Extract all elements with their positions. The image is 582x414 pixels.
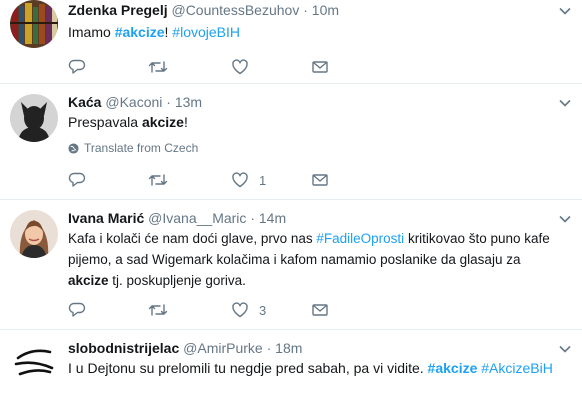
avatar[interactable] bbox=[10, 0, 58, 48]
text-segment: Imamo bbox=[68, 24, 115, 40]
direct-message-button[interactable] bbox=[311, 57, 329, 77]
display-name[interactable]: slobodnistrijelac bbox=[68, 340, 179, 356]
chevron-down-icon[interactable] bbox=[558, 4, 572, 18]
retweet-icon bbox=[148, 61, 168, 73]
highlighted-term: akcize bbox=[141, 114, 184, 130]
tweet-2[interactable]: Kaća @Kaconi · 13m Prespavala akcize! Tr… bbox=[0, 84, 582, 200]
reply-icon bbox=[68, 302, 86, 317]
separator: · bbox=[166, 94, 171, 110]
chevron-down-icon[interactable] bbox=[558, 342, 572, 356]
direct-message-icon bbox=[312, 304, 328, 316]
handle[interactable]: @Kaconi bbox=[105, 94, 162, 110]
timestamp[interactable]: 14m bbox=[259, 210, 286, 226]
hashtag-link[interactable]: #AkcizeBiH bbox=[481, 360, 553, 376]
hashtag-link[interactable]: #lovojeBIH bbox=[172, 24, 240, 40]
like-icon bbox=[232, 172, 248, 188]
separator: · bbox=[303, 2, 308, 18]
text-segment: kritikovao što puno kafe bbox=[404, 231, 550, 246]
avatar[interactable] bbox=[10, 338, 58, 386]
display-name[interactable]: Zdenka Pregelj bbox=[68, 2, 168, 18]
avatar[interactable] bbox=[10, 94, 58, 142]
reply-button[interactable] bbox=[68, 170, 86, 190]
like-button[interactable]: 1 bbox=[231, 170, 266, 190]
retweet-button[interactable] bbox=[148, 300, 168, 320]
text-segment: Prespavala bbox=[68, 114, 142, 130]
hashtag-link[interactable]: #akcize bbox=[428, 360, 478, 376]
text-segment: I u Dejtonu su prelomili tu negdje pred … bbox=[68, 360, 428, 376]
chevron-down-icon[interactable] bbox=[558, 96, 572, 110]
text-segment: pijemo, a sad Wigemark kolačima i kafom … bbox=[68, 252, 521, 267]
direct-message-button[interactable] bbox=[311, 170, 329, 190]
display-name[interactable]: Ivana Marić bbox=[68, 210, 144, 226]
direct-message-icon bbox=[312, 61, 328, 73]
tweet-actions bbox=[68, 57, 328, 77]
globe-icon bbox=[68, 142, 79, 154]
highlighted-term: akcize bbox=[68, 273, 109, 288]
separator: · bbox=[266, 340, 272, 356]
like-count: 3 bbox=[259, 302, 267, 318]
timestamp[interactable]: 13m bbox=[175, 94, 202, 110]
separator: · bbox=[250, 210, 255, 226]
like-button[interactable] bbox=[231, 57, 249, 77]
translate-label[interactable]: Translate from Czech bbox=[84, 141, 198, 155]
tweet-1[interactable]: Zdenka Pregelj @CountessBezuhov · 10m Im… bbox=[0, 0, 582, 84]
retweet-button[interactable] bbox=[148, 57, 168, 77]
tweet-header: slobodnistrijelac @AmirPurke · 18m bbox=[68, 340, 302, 356]
like-icon bbox=[232, 302, 248, 318]
text-line: akcize tj. poskupljenje goriva. bbox=[68, 270, 574, 291]
tweet-text: Kafa i kolači će nam doći glave, prvo na… bbox=[68, 228, 574, 291]
text-line: pijemo, a sad Wigemark kolačima i kafom … bbox=[68, 249, 574, 270]
like-count: 1 bbox=[259, 172, 267, 188]
like-icon bbox=[232, 59, 248, 75]
tweet-header: Zdenka Pregelj @CountessBezuhov · 10m bbox=[68, 2, 339, 18]
like-button[interactable]: 3 bbox=[231, 300, 266, 320]
retweet-icon bbox=[148, 304, 168, 316]
direct-message-icon bbox=[312, 174, 328, 186]
handle[interactable]: @CountessBezuhov bbox=[171, 2, 299, 18]
reply-button[interactable] bbox=[68, 57, 86, 77]
tweet-4[interactable]: slobodnistrijelac @AmirPurke · 18m I u D… bbox=[0, 330, 582, 414]
retweet-button[interactable] bbox=[148, 170, 168, 190]
tweet-header: Kaća @Kaconi · 13m bbox=[68, 94, 202, 110]
reply-icon bbox=[68, 172, 86, 187]
reply-icon bbox=[68, 59, 86, 74]
tweet-actions: 1 bbox=[68, 170, 328, 190]
timestamp[interactable]: 18m bbox=[275, 340, 302, 356]
display-name[interactable]: Kaća bbox=[68, 94, 101, 110]
timestamp[interactable]: 10m bbox=[312, 2, 339, 18]
handle[interactable]: @AmirPurke bbox=[183, 340, 263, 356]
reply-button[interactable] bbox=[68, 300, 86, 320]
tweet-text: Imamo #akcize! #lovojeBIH bbox=[68, 22, 568, 43]
text-line: Kafa i kolači će nam doći glave, prvo na… bbox=[68, 228, 574, 249]
tweet-text: I u Dejtonu su prelomili tu negdje pred … bbox=[68, 358, 568, 379]
translate-link[interactable]: Translate from Czech bbox=[68, 141, 198, 155]
hashtag-link[interactable]: #akcize bbox=[115, 24, 165, 40]
chevron-down-icon[interactable] bbox=[558, 212, 572, 226]
avatar[interactable] bbox=[10, 210, 58, 258]
tweet-feed: Zdenka Pregelj @CountessBezuhov · 10m Im… bbox=[0, 0, 582, 414]
retweet-icon bbox=[148, 174, 168, 186]
tweet-text: Prespavala akcize! bbox=[68, 112, 568, 133]
text-segment: tj. poskupljenje goriva. bbox=[108, 273, 246, 288]
tweet-header: Ivana Marić @Ivana__Maric · 14m bbox=[68, 210, 286, 226]
tweet-actions: 3 bbox=[68, 300, 328, 320]
hashtag-link[interactable]: #FadileOprosti bbox=[316, 231, 404, 246]
text-segment: ! bbox=[183, 114, 188, 130]
tweet-3[interactable]: Ivana Marić @Ivana__Maric · 14m Kafa i k… bbox=[0, 200, 582, 330]
handle[interactable]: @Ivana__Maric bbox=[148, 210, 246, 226]
direct-message-button[interactable] bbox=[311, 300, 329, 320]
text-segment: Kafa i kolači će nam doći glave, prvo na… bbox=[68, 231, 317, 246]
